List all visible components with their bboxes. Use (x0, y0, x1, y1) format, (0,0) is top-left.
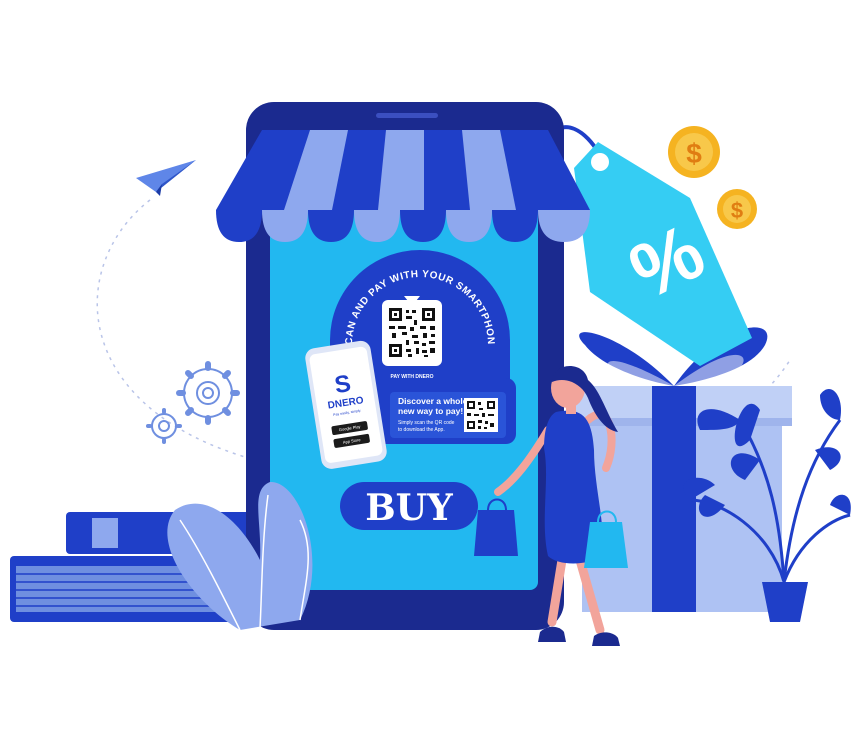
coin-symbol: $ (686, 138, 702, 169)
coin-symbol: $ (731, 198, 743, 223)
coin-icon: $ (717, 189, 757, 229)
discover-line1: Discover a whole (398, 396, 468, 406)
pay-with-label: PAY WITH DNERO (391, 374, 434, 380)
scan-line1: Simply scan the QR code (398, 420, 455, 426)
paper-plane-icon (136, 160, 196, 196)
gear-icon (176, 361, 240, 425)
shop-awning (216, 130, 590, 242)
price-tag-icon: % (559, 125, 752, 366)
gear-icon (146, 408, 182, 444)
discover-line2: new way to pay! (398, 406, 463, 416)
buy-button[interactable]: BUY (340, 482, 478, 530)
scan-line2: to download the App. (398, 427, 445, 433)
coin-icon: $ (668, 126, 720, 178)
shopping-illustration: % $ $ CAN AND PAY WITH YOUR SMARTPHON PA… (0, 0, 851, 646)
buy-label: BUY (365, 487, 454, 529)
